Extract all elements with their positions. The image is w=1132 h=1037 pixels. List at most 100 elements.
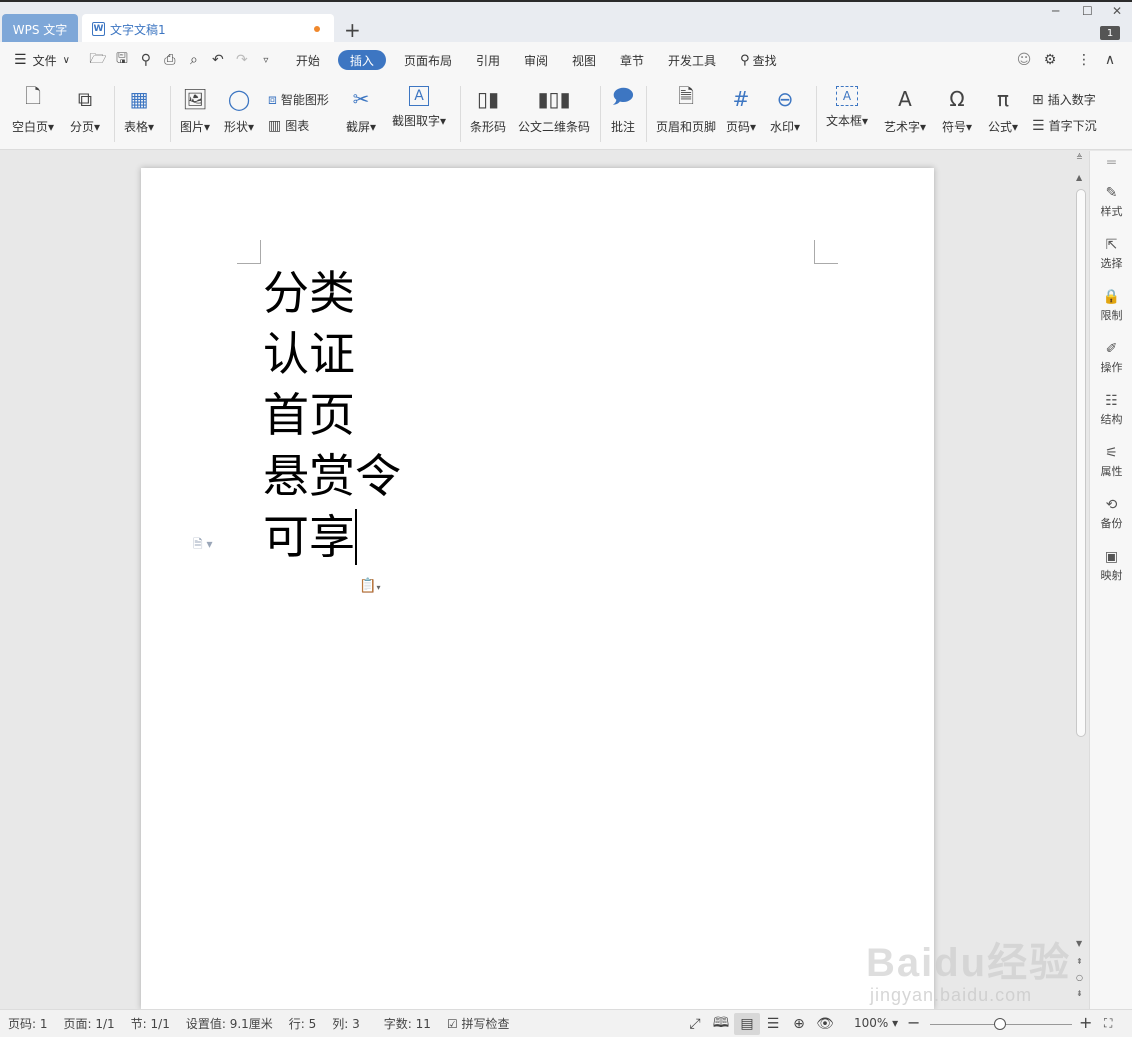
window-count-badge[interactable]: 1	[1100, 26, 1120, 40]
tab-document[interactable]: W 文字文稿1	[82, 14, 334, 44]
sidebar-item-restrict[interactable]: 🔒 限制	[1090, 289, 1132, 323]
zoom-out-icon[interactable]: −	[907, 1013, 920, 1032]
spell-check-button[interactable]: ☑ 拼写检查	[439, 1015, 518, 1032]
screenshot-button[interactable]: ✂ 截屏▾	[346, 86, 376, 135]
settings-gear-icon[interactable]: ⚙	[1038, 42, 1062, 78]
print-preview-icon[interactable]: ⌕	[182, 42, 206, 78]
feedback-icon[interactable]: ☺	[1012, 42, 1036, 78]
symbol-button[interactable]: Ω 符号▾	[942, 86, 972, 135]
collapse-ribbon-icon[interactable]: ∧	[1098, 42, 1122, 78]
tab-developer[interactable]: 开发工具	[656, 42, 728, 78]
minimize-icon[interactable]: ─	[1052, 4, 1059, 18]
history-clock-icon: ⟲	[1105, 497, 1118, 513]
tab-section[interactable]: 章节	[608, 42, 656, 78]
watermark-label: 水印	[770, 120, 795, 134]
blank-page-button[interactable]: 🗋 空白页▾	[12, 84, 54, 135]
document-line-last[interactable]: 可享	[263, 507, 401, 568]
redo-icon[interactable]: ↷	[230, 42, 254, 78]
watermark-button[interactable]: ⊖ 水印▾	[770, 86, 800, 135]
pi-formula-icon: π	[996, 87, 1010, 111]
next-page-icon[interactable]: ⇟	[1076, 989, 1083, 998]
comment-button[interactable]: 🗩 批注	[610, 84, 636, 135]
more-options-icon[interactable]: ⋮	[1072, 42, 1096, 78]
vertical-scrollbar[interactable]: ≜ ▲ ▼ ⇞ ○ ⇟	[1073, 151, 1089, 1009]
status-page-number[interactable]: 页码: 1	[0, 1015, 56, 1032]
read-mode-icon[interactable]: 🕮	[708, 1013, 734, 1035]
tab-home[interactable]: 开始	[284, 42, 332, 78]
document-line[interactable]: 认证	[263, 324, 401, 385]
chart-button[interactable]: ▥ 图表	[268, 117, 309, 134]
new-tab-button[interactable]: +	[344, 18, 361, 42]
sidebar-item-structure[interactable]: ☷ 结构	[1090, 393, 1132, 427]
formula-button[interactable]: π 公式▾	[988, 86, 1018, 135]
web-view-icon[interactable]: ⊕	[786, 1013, 812, 1035]
sidebar-item-operate[interactable]: ✐ 操作	[1090, 341, 1132, 375]
mapping-icon: ▣	[1104, 549, 1119, 565]
tab-references[interactable]: 引用	[464, 42, 512, 78]
insert-number-button[interactable]: ⊞ 插入数字	[1032, 91, 1096, 108]
maximize-icon[interactable]: ☐	[1082, 4, 1093, 18]
shape-button[interactable]: ◯ 形状▾	[224, 86, 254, 135]
ocr-button[interactable]: A 截图取字▾	[392, 86, 446, 129]
drop-cap-button[interactable]: ☰ 首字下沉	[1032, 117, 1097, 134]
zoom-in-icon[interactable]: +	[1079, 1013, 1092, 1032]
open-folder-icon[interactable]: 🗁	[86, 42, 110, 78]
paste-options-icon[interactable]: 📋▾	[359, 578, 380, 594]
browse-object-icon[interactable]: ○	[1076, 973, 1083, 982]
zoom-level[interactable]: 100% ▾	[854, 1016, 898, 1030]
tab-wps-app[interactable]: WPS 文字	[2, 14, 78, 44]
header-footer-button[interactable]: 🗎 页眉和页脚	[656, 84, 716, 135]
format-painter-icon[interactable]: ⚲	[134, 42, 158, 78]
chevron-down-icon: ∨	[62, 54, 70, 66]
status-col[interactable]: 列: 3	[324, 1015, 368, 1032]
tab-insert[interactable]: 插入	[337, 50, 386, 70]
status-word-count[interactable]: 字数: 11	[376, 1015, 439, 1032]
scroll-down-icon[interactable]: ▼	[1076, 939, 1082, 948]
fullscreen-icon[interactable]: ⤢	[682, 1013, 708, 1035]
save-icon[interactable]: 🖫	[110, 42, 134, 78]
sidebar-item-backup[interactable]: ⟲ 备份	[1090, 497, 1132, 531]
quick-access-dropdown-icon[interactable]: ▿	[254, 42, 278, 78]
document-line[interactable]: 首页	[263, 385, 401, 446]
sidebar-item-properties[interactable]: ⚟ 属性	[1090, 445, 1132, 479]
document-line[interactable]: 悬赏令	[263, 446, 401, 507]
paragraph-handle-icon[interactable]: 🗎 ▾	[193, 535, 213, 556]
document-line[interactable]: 分类	[263, 263, 401, 324]
barcode-button[interactable]: ▯▮ 条形码	[470, 86, 506, 135]
scroll-top-icon[interactable]: ≜	[1076, 153, 1083, 162]
page-number-button[interactable]: # 页码▾	[726, 86, 756, 135]
tab-review[interactable]: 审阅	[512, 42, 560, 78]
sidebar-item-mapping[interactable]: ▣ 映射	[1090, 549, 1132, 583]
document-page[interactable]: 分类 认证 首页 悬赏令 可享 🗎 ▾ 📋▾	[141, 168, 934, 1009]
status-section[interactable]: 节: 1/1	[123, 1015, 178, 1032]
scroll-up-icon[interactable]: ▲	[1076, 173, 1082, 182]
sidebar-item-select[interactable]: ⇱ 选择	[1090, 237, 1132, 271]
zoom-slider-handle[interactable]	[994, 1018, 1006, 1030]
file-menu[interactable]: ☰ 文件 ∨	[0, 42, 82, 78]
scroll-thumb[interactable]	[1076, 189, 1086, 737]
outline-view-icon[interactable]: ☰	[760, 1013, 786, 1035]
wordart-button[interactable]: A 艺术字▾	[884, 86, 926, 135]
textbox-button[interactable]: A 文本框▾	[826, 86, 868, 129]
eye-protection-icon[interactable]: 👁	[812, 1013, 838, 1035]
qrcode-button[interactable]: ▮▯▮ 公文二维条码	[518, 86, 590, 135]
sidebar-item-style[interactable]: ✎ 样式	[1090, 185, 1132, 219]
page-view-icon[interactable]: ▤	[734, 1013, 760, 1035]
picture-button[interactable]: 🖼 图片▾	[180, 86, 210, 135]
page-break-button[interactable]: ⧉ 分页▾	[70, 86, 100, 135]
status-setting[interactable]: 设置值: 9.1厘米	[178, 1015, 281, 1032]
status-pages[interactable]: 页面: 1/1	[56, 1015, 123, 1032]
smart-art-button[interactable]: ⧈ 智能图形	[268, 91, 329, 108]
fit-page-icon[interactable]: ⛶	[1104, 1016, 1112, 1031]
sidebar-item-label: 选择	[1100, 257, 1123, 270]
tab-view[interactable]: 视图	[560, 42, 608, 78]
prev-page-icon[interactable]: ⇞	[1076, 957, 1083, 966]
close-icon[interactable]: ✕	[1112, 4, 1122, 18]
tab-page-layout[interactable]: 页面布局	[392, 42, 464, 78]
search-button[interactable]: ⚲ 查找	[728, 42, 789, 78]
document-body[interactable]: 分类 认证 首页 悬赏令 可享	[263, 263, 401, 568]
table-button[interactable]: ▦ 表格▾	[124, 86, 154, 135]
print-icon[interactable]: ⎙	[158, 42, 182, 78]
undo-icon[interactable]: ↶	[206, 42, 230, 78]
status-row[interactable]: 行: 5	[281, 1015, 325, 1032]
